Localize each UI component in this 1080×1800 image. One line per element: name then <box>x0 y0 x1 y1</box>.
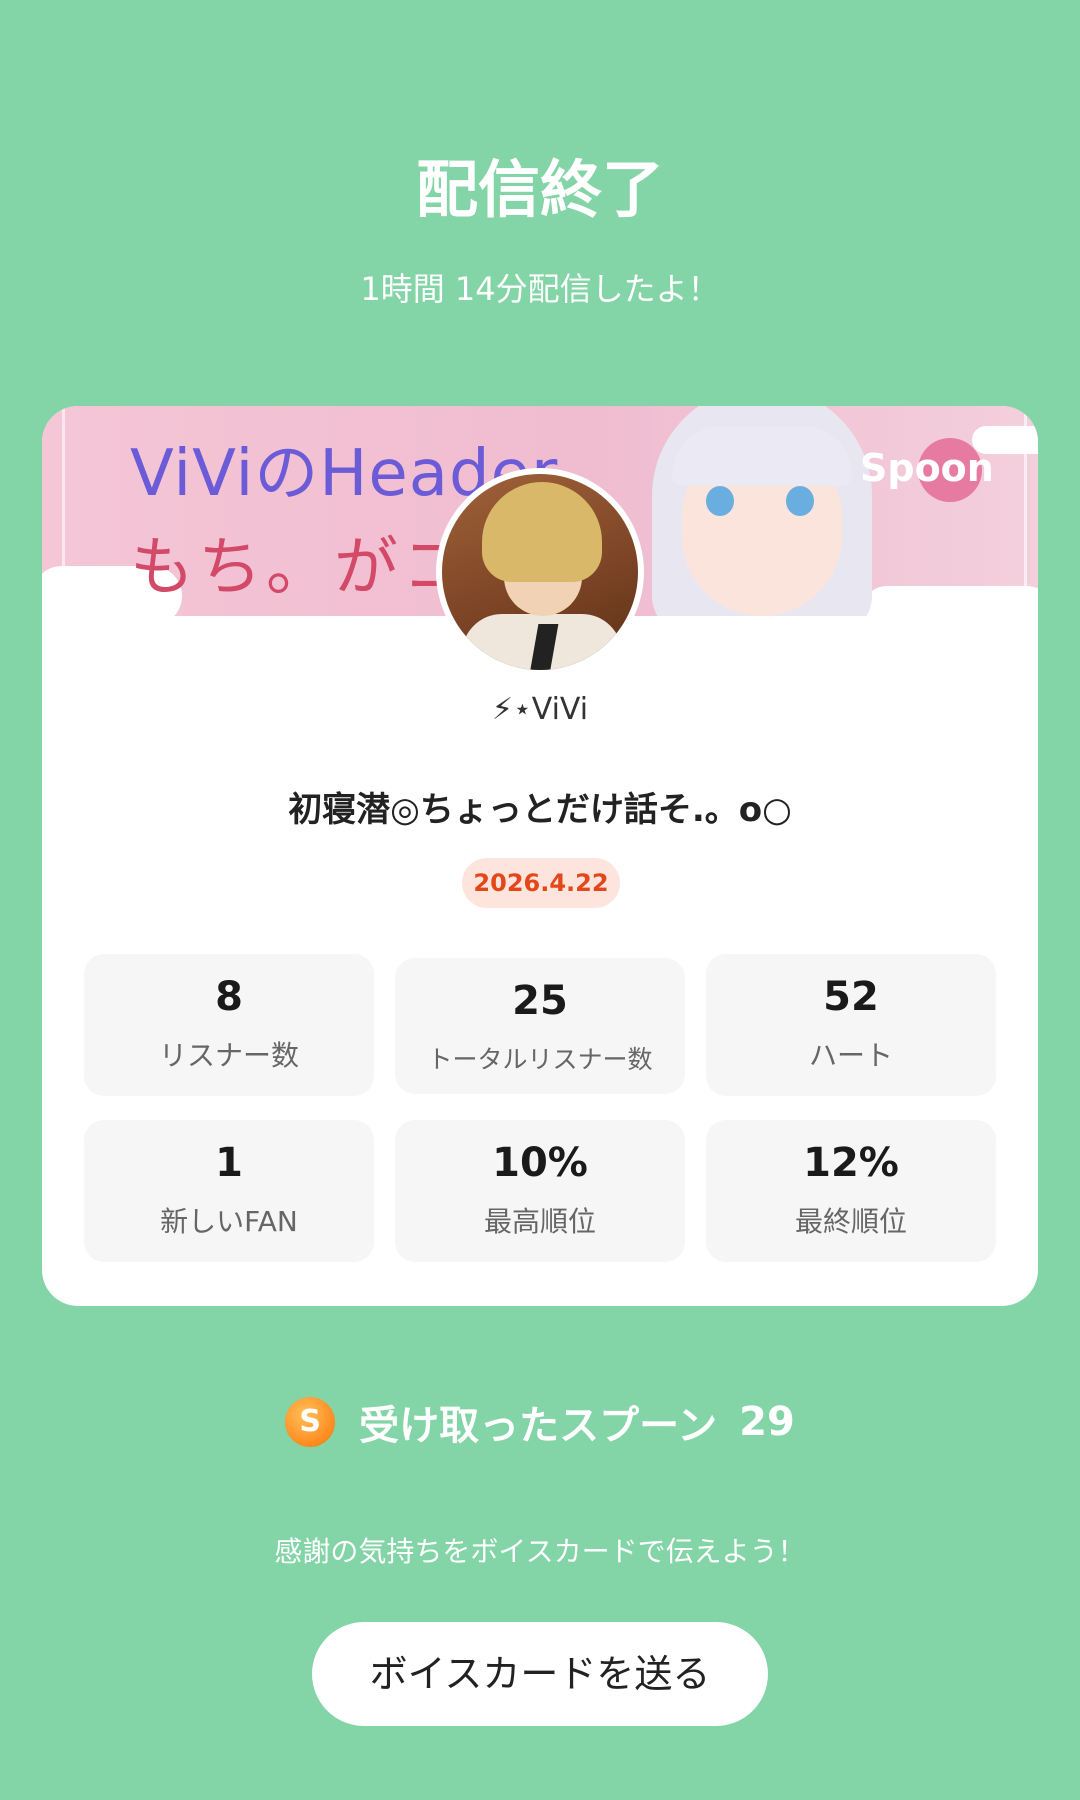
stat-listeners: 8 リスナー数 <box>84 954 374 1096</box>
banner-character-bangs <box>672 426 852 486</box>
broadcast-duration: 1時間 14分配信したよ！ <box>360 270 720 308</box>
stat-label: トータルリスナー数 <box>427 1045 653 1074</box>
received-spoons-count: 29 <box>739 1399 795 1445</box>
stat-value: 12% <box>803 1140 899 1186</box>
send-voice-card-button[interactable]: ボイスカードを送る <box>312 1622 768 1726</box>
thanks-message: 感謝の気持ちをボイスカードで伝えよう！ <box>274 1535 806 1568</box>
stat-new-fans: 1 新しいFAN <box>84 1120 374 1262</box>
stat-value: 8 <box>215 974 243 1020</box>
username: ⚡︎⋆ViVi <box>491 692 589 727</box>
stat-label: 最終順位 <box>794 1205 907 1238</box>
live-title: 初寝潜◎ちょっとだけ話そ.。o○ <box>288 790 792 830</box>
date-badge: 2026.4.22 <box>462 858 620 908</box>
broadcast-summary-card: ViViのHeader もち。がコ Spoon ⚡︎⋆ViVi 初寝潜◎ちょっと… <box>42 406 1038 1306</box>
stat-highest-rank: 10% 最高順位 <box>395 1120 685 1262</box>
stat-hearts: 52 ハート <box>706 954 996 1096</box>
stat-value: 52 <box>823 974 879 1020</box>
stat-final-rank: 12% 最終順位 <box>706 1120 996 1262</box>
stat-label: ハート <box>808 1039 893 1072</box>
spoon-brand-logo: Spoon <box>860 446 994 490</box>
stat-total-listeners: 25 トータルリスナー数 <box>395 958 685 1094</box>
avatar[interactable] <box>436 468 644 676</box>
stat-value: 25 <box>512 978 568 1024</box>
stat-label: リスナー数 <box>158 1039 299 1072</box>
spoon-coin-icon: S <box>285 1397 336 1447</box>
banner-text-line-2: もち。がコ <box>130 531 470 605</box>
banner-character-eye <box>786 486 814 516</box>
avatar-image <box>442 474 638 670</box>
banner-character-eye <box>706 486 734 516</box>
stat-label: 新しいFAN <box>160 1205 298 1238</box>
received-spoons: S 受け取ったスプーン 29 <box>0 1394 1080 1450</box>
page-title: 配信終了 <box>415 153 664 226</box>
stat-value: 1 <box>215 1140 243 1186</box>
cloud-decor <box>862 586 1038 616</box>
stat-label: 最高順位 <box>483 1205 596 1238</box>
received-spoons-label: 受け取ったスプーン <box>359 1403 718 1449</box>
stat-value: 10% <box>492 1140 588 1186</box>
avatar-hair <box>482 482 602 582</box>
